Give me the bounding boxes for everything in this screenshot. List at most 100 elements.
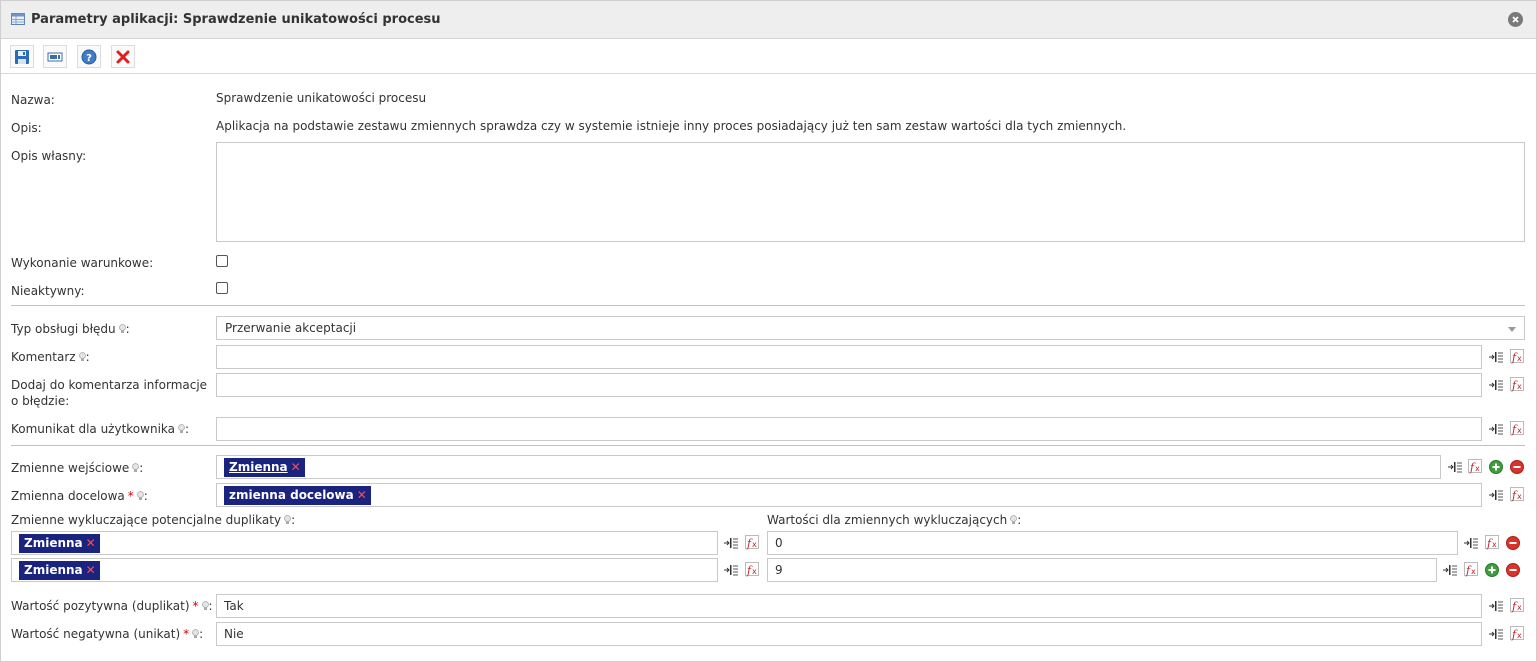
- add-icon[interactable]: [1488, 459, 1504, 475]
- save-button[interactable]: [10, 45, 34, 68]
- comment-input[interactable]: [216, 345, 1482, 369]
- inactive-checkbox[interactable]: [216, 282, 228, 294]
- hint-bulb-icon[interactable]: [136, 489, 144, 500]
- insert-variable-icon[interactable]: [723, 562, 739, 578]
- svg-text:x: x: [1492, 540, 1497, 549]
- section-divider: [11, 445, 1525, 446]
- input-variables-label: Zmienne wejściowe:: [11, 461, 144, 475]
- function-editor-icon[interactable]: fx: [1484, 534, 1500, 550]
- hint-bulb-icon[interactable]: [201, 599, 209, 610]
- remove-icon[interactable]: [1505, 562, 1521, 578]
- app-parameters-dialog: Parametry aplikacji: Sprawdzenie unikato…: [0, 0, 1537, 662]
- add-icon[interactable]: [1484, 562, 1500, 578]
- negative-value-input[interactable]: Nie: [216, 622, 1482, 646]
- function-editor-icon[interactable]: fx: [1509, 348, 1525, 364]
- remove-tag-icon[interactable]: ✕: [86, 563, 96, 577]
- description-value: Aplikacja na podstawie zestawu zmiennych…: [216, 119, 1127, 133]
- positive-value-input[interactable]: Tak: [216, 594, 1482, 618]
- svg-text:x: x: [752, 540, 757, 549]
- user-message-input[interactable]: [216, 417, 1482, 441]
- comment-label: Komentarz:: [11, 350, 90, 364]
- excluding-variable-field[interactable]: Zmienna ✕: [11, 531, 718, 555]
- excluding-variables-label: Zmienne wykluczające potencjalne duplika…: [11, 513, 296, 527]
- variable-tag[interactable]: zmienna docelowa ✕: [224, 486, 371, 505]
- title-bar: Parametry aplikacji: Sprawdzenie unikato…: [1, 1, 1536, 39]
- svg-text:x: x: [1517, 382, 1522, 391]
- section-divider: [11, 305, 1525, 306]
- cancel-button[interactable]: [111, 45, 135, 68]
- own-description-label: Opis własny:: [11, 149, 87, 163]
- variable-tag[interactable]: Zmienna ✕: [224, 458, 305, 477]
- toolbar: ?: [1, 39, 1536, 74]
- remove-tag-icon[interactable]: ✕: [86, 536, 96, 550]
- svg-text:x: x: [1517, 426, 1522, 435]
- chevron-down-icon: [1508, 327, 1516, 332]
- remove-icon[interactable]: [1505, 535, 1521, 551]
- remove-icon[interactable]: [1509, 459, 1525, 475]
- function-editor-icon[interactable]: fx: [1509, 420, 1525, 436]
- inactive-label: Nieaktywny:: [11, 284, 85, 298]
- function-editor-icon[interactable]: fx: [1509, 597, 1525, 613]
- target-variable-field[interactable]: zmienna docelowa ✕: [216, 483, 1482, 507]
- error-type-selected-value: Przerwanie akceptacji: [225, 321, 357, 335]
- help-button[interactable]: ?: [77, 45, 101, 68]
- function-editor-icon[interactable]: fx: [744, 561, 760, 577]
- function-editor-icon[interactable]: fx: [1509, 625, 1525, 641]
- svg-text:x: x: [752, 567, 757, 576]
- help-icon: ?: [81, 49, 97, 65]
- dialog-title: Parametry aplikacji: Sprawdzenie unikato…: [31, 12, 441, 27]
- insert-variable-icon[interactable]: [1463, 535, 1479, 551]
- insert-variable-icon[interactable]: [1488, 626, 1504, 642]
- add-error-info-label: Dodaj do komentarza informacje o błędzie…: [11, 378, 208, 408]
- error-type-label: Typ obsługi błędu:: [11, 322, 130, 336]
- function-editor-icon[interactable]: fx: [1467, 458, 1483, 474]
- hint-bulb-icon[interactable]: [118, 322, 126, 333]
- svg-text:x: x: [1471, 567, 1476, 576]
- hint-bulb-icon[interactable]: [178, 422, 185, 433]
- variable-button[interactable]: [43, 45, 67, 68]
- excluding-value-input[interactable]: 0: [767, 531, 1458, 555]
- excluding-values-label: Wartości dla zmiennych wykluczających:: [767, 513, 1022, 527]
- insert-variable-icon[interactable]: [1488, 377, 1504, 393]
- conditional-execution-label: Wykonanie warunkowe:: [11, 256, 154, 270]
- insert-variable-icon[interactable]: [1447, 459, 1463, 475]
- function-editor-icon[interactable]: fx: [1463, 561, 1479, 577]
- remove-tag-icon[interactable]: ✕: [357, 488, 367, 502]
- remove-tag-icon[interactable]: ✕: [291, 460, 301, 474]
- add-error-info-input[interactable]: [216, 373, 1482, 397]
- function-editor-icon[interactable]: fx: [1509, 376, 1525, 392]
- user-message-label: Komunikat dla użytkownika:: [11, 422, 190, 436]
- hint-bulb-icon[interactable]: [78, 350, 86, 361]
- function-editor-icon[interactable]: fx: [744, 534, 760, 550]
- negative-value-label: Wartość negatywna (unikat) *:: [11, 627, 204, 641]
- hint-bulb-icon[interactable]: [284, 513, 291, 524]
- conditional-execution-checkbox[interactable]: [216, 255, 228, 267]
- variable-tag[interactable]: Zmienna ✕: [19, 534, 100, 553]
- variable-tag[interactable]: Zmienna ✕: [19, 561, 100, 580]
- own-description-textarea[interactable]: [216, 142, 1525, 242]
- excluding-variable-field[interactable]: Zmienna ✕: [11, 558, 718, 582]
- name-label: Nazwa:: [11, 93, 55, 107]
- insert-variable-icon[interactable]: [723, 535, 739, 551]
- name-value: Sprawdzenie unikatowości procesu: [216, 91, 427, 105]
- svg-text:x: x: [1517, 492, 1522, 501]
- close-circle-icon[interactable]: [1508, 12, 1523, 27]
- svg-text:x: x: [1517, 354, 1522, 363]
- table-icon: [11, 13, 25, 25]
- svg-text:?: ?: [86, 53, 92, 64]
- save-icon: [15, 50, 29, 64]
- svg-text:x: x: [1475, 464, 1480, 473]
- insert-variable-icon[interactable]: [1488, 421, 1504, 437]
- positive-value-label: Wartość pozytywna (duplikat) *:: [11, 599, 213, 613]
- target-variable-label: Zmienna docelowa *:: [11, 489, 148, 503]
- function-editor-icon[interactable]: fx: [1509, 486, 1525, 502]
- variable-icon: [47, 52, 63, 62]
- excluding-value-input[interactable]: 9: [767, 558, 1437, 582]
- insert-variable-icon[interactable]: [1442, 562, 1458, 578]
- insert-variable-icon[interactable]: [1488, 349, 1504, 365]
- cancel-icon: [116, 50, 130, 64]
- input-variables-field[interactable]: Zmienna ✕: [216, 455, 1441, 479]
- error-type-select[interactable]: Przerwanie akceptacji: [216, 316, 1525, 340]
- insert-variable-icon[interactable]: [1488, 598, 1504, 614]
- insert-variable-icon[interactable]: [1488, 487, 1504, 503]
